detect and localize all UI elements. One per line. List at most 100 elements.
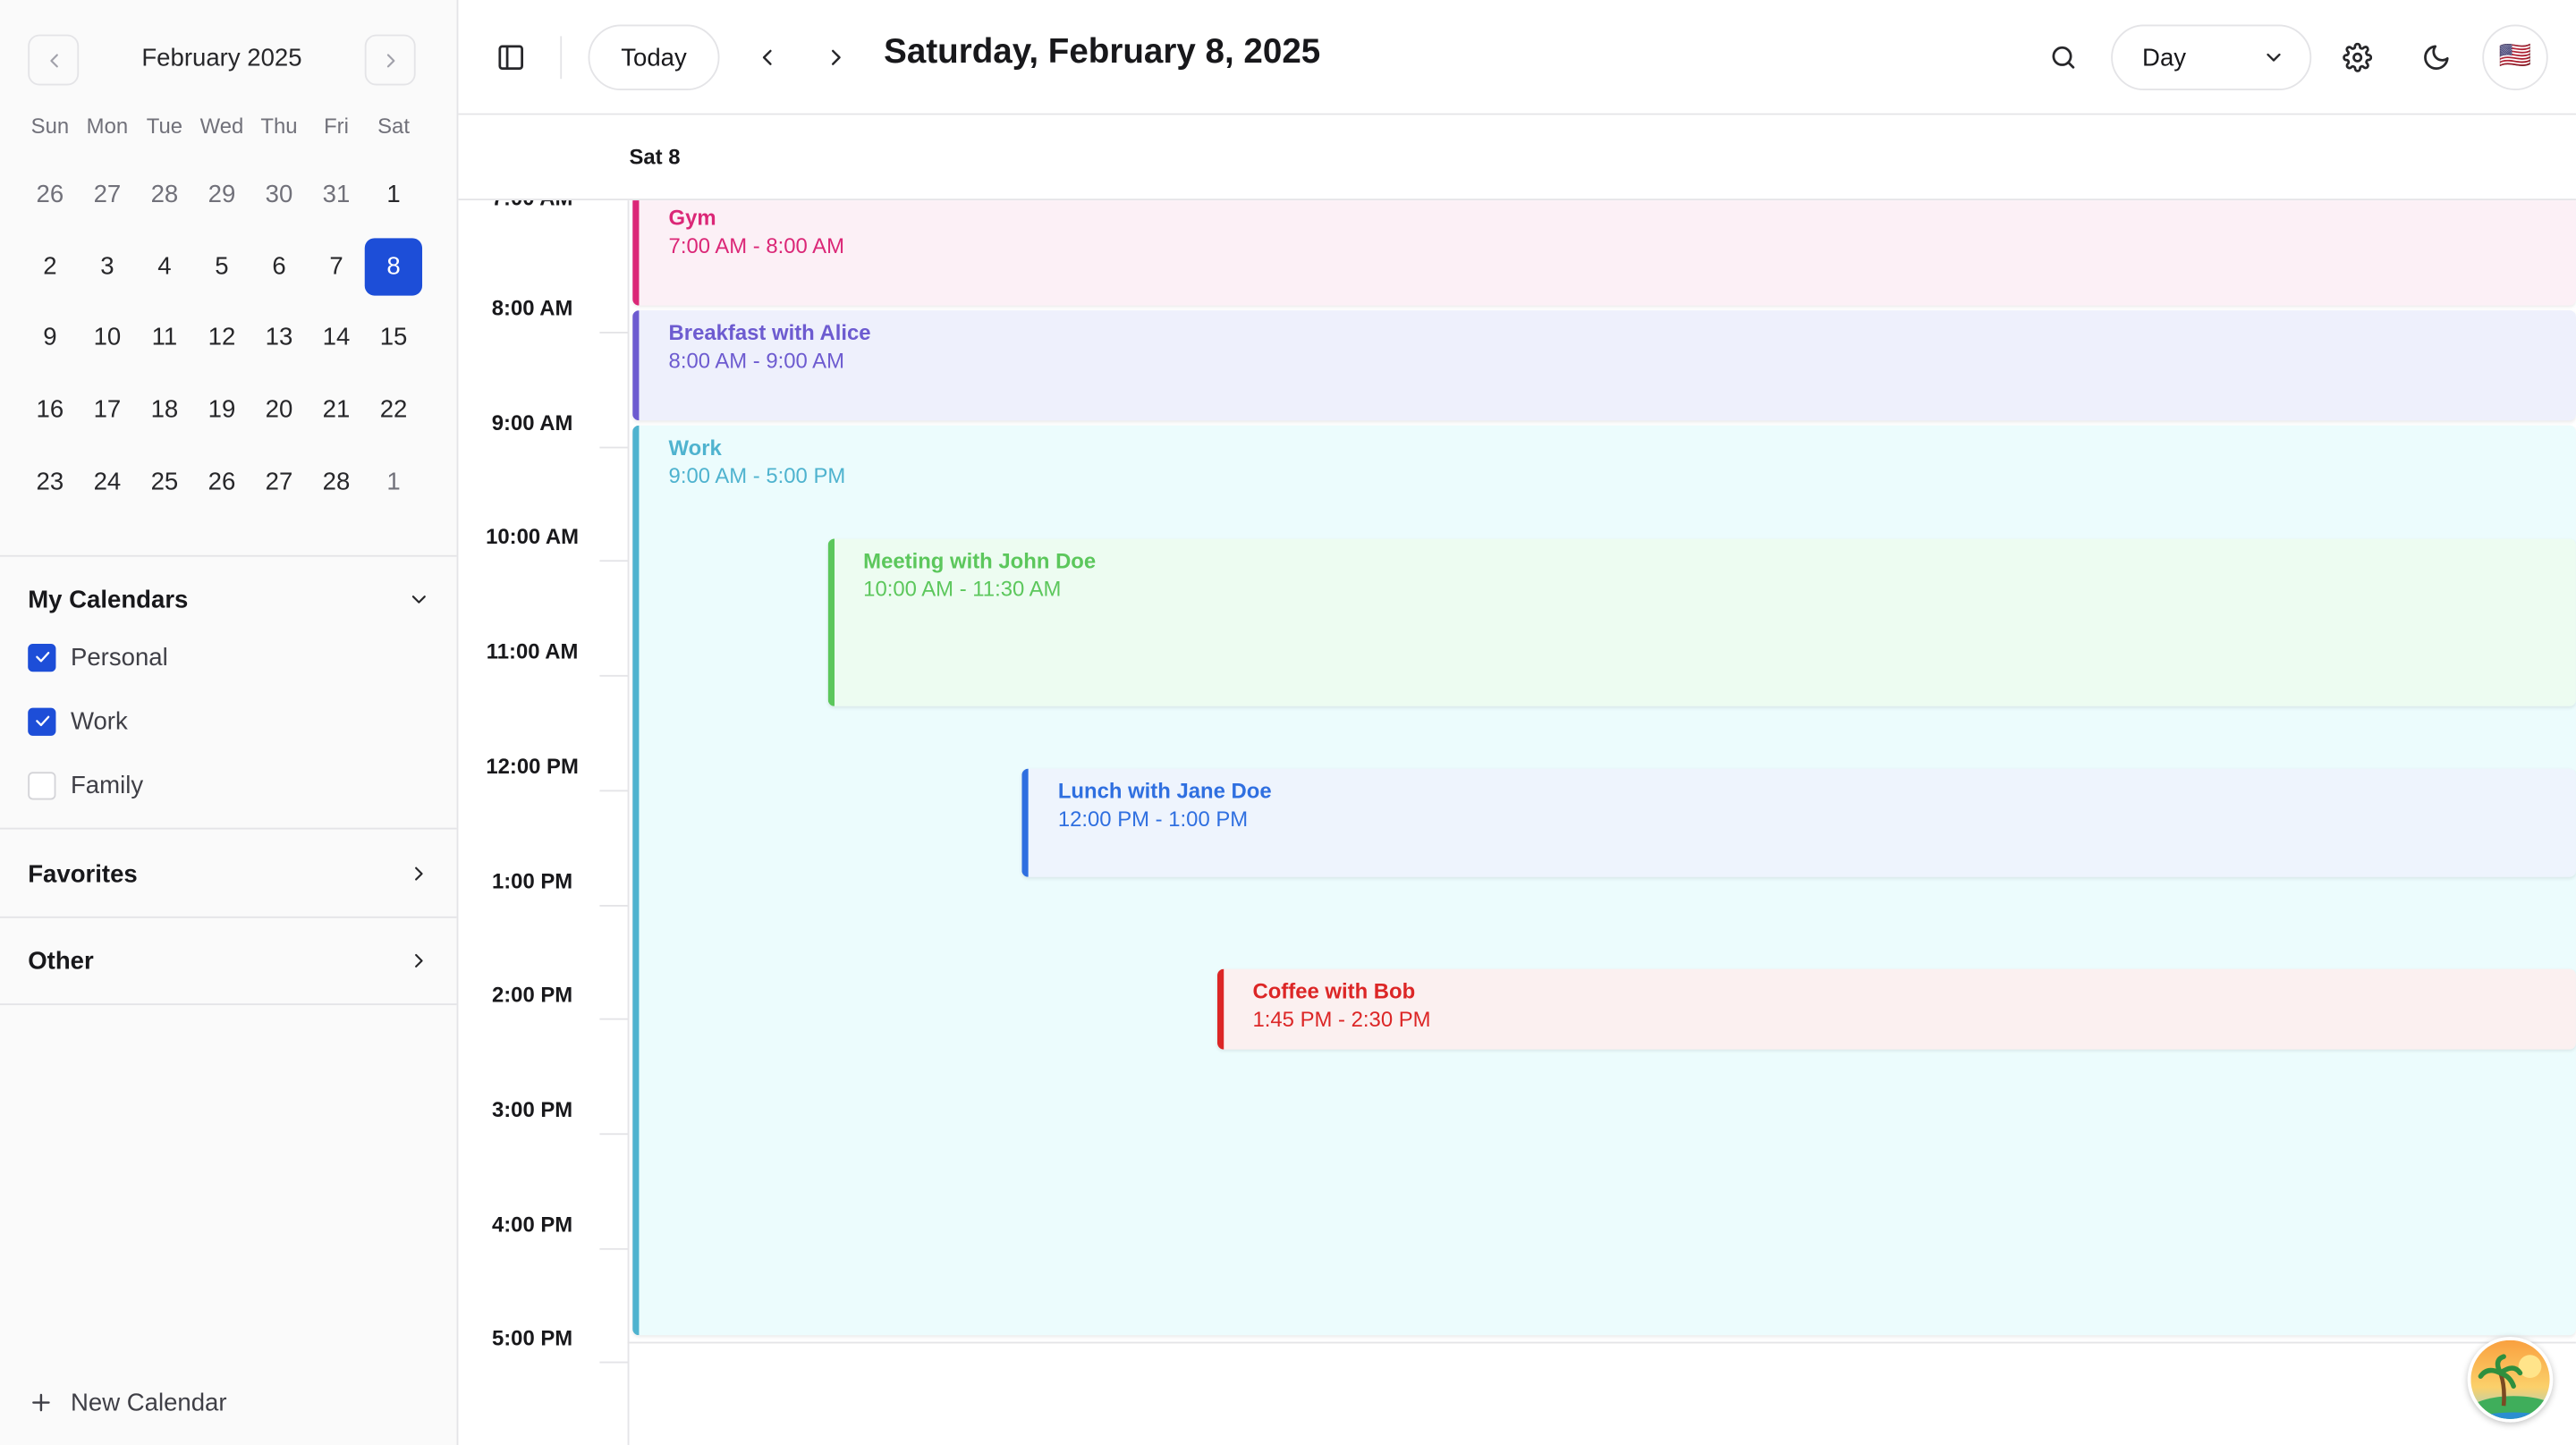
event-title: Meeting with John Doe [863,549,1097,574]
mini-calendar-day[interactable]: 17 [79,374,136,445]
next-month-button[interactable] [364,34,416,86]
hour-tick [599,675,630,677]
calendar-name: Family [70,771,144,799]
weekday-label: Fri [324,113,349,139]
weekday-label: Sun [30,113,70,139]
time-label: 11:00 AM [486,638,579,664]
day-number: 7 [329,252,343,281]
sidebar-divider [0,554,457,557]
calendar-checkbox[interactable] [28,706,56,735]
hour-tick [599,561,630,562]
time-label: 4:00 PM [491,1211,573,1237]
day-number: 1 [386,467,401,496]
chevron-right-icon [415,953,423,968]
mini-calendar-day[interactable]: 29 [193,159,250,231]
day-number: 10 [93,324,122,352]
mini-calendar-day[interactable]: 27 [79,159,136,231]
next-day-button[interactable] [817,38,856,77]
weekday-label: Mon [86,113,129,139]
event-coffee-with-bob[interactable]: Coffee with Bob 1:45 PM - 2:30 PM [1216,968,2576,1050]
user-avatar[interactable] [2467,1337,2554,1423]
mini-calendar-day[interactable]: 27 [250,445,308,517]
mini-calendar-day[interactable]: 21 [308,374,365,445]
mini-calendar-day[interactable]: 23 [21,445,79,517]
mini-calendar-day[interactable]: 4 [136,231,193,302]
mini-calendar-day[interactable]: 20 [250,374,308,445]
new-calendar-label: New Calendar [70,1388,227,1417]
mini-calendar-day[interactable]: 7 [308,231,365,302]
new-calendar-button[interactable]: New Calendar [28,1384,227,1420]
mini-calendar-day[interactable]: 10 [79,302,136,374]
mini-calendar-day[interactable]: 15 [365,302,422,374]
mini-calendar-day[interactable]: 28 [136,159,193,231]
mini-calendar-day[interactable]: 26 [193,445,250,517]
time-label: 1:00 PM [491,867,573,893]
calendar-checkbox[interactable] [28,643,56,672]
event-title: Coffee with Bob [1252,978,1416,1003]
day-number: 28 [322,467,351,496]
event-time: 1:45 PM - 2:30 PM [1252,1006,1431,1032]
mini-calendar-day[interactable]: 26 [21,159,79,231]
favorites-toggle[interactable]: Favorites [28,854,430,893]
mini-calendar-day[interactable]: 2 [21,231,79,302]
calendar-item-work[interactable]: Work [28,705,128,738]
today-button[interactable]: Today [588,24,720,91]
mini-calendar-day[interactable]: 6 [250,231,308,302]
calendar-item-family[interactable]: Family [28,769,143,802]
calendar-checkbox[interactable] [28,771,56,799]
event-meeting-with-john-doe[interactable]: Meeting with John Doe 10:00 AM - 11:30 AM [826,539,2576,706]
hour-tick [599,1133,630,1135]
mini-calendar-day[interactable]: 16 [21,374,79,445]
mini-calendar-day[interactable]: 14 [308,302,365,374]
mini-calendar-day[interactable]: 1 [365,159,422,231]
mini-calendar-day[interactable]: 19 [193,374,250,445]
day-number: 4 [157,252,172,281]
day-column-label: Sat 8 [629,144,681,170]
language-button[interactable]: 🇺🇸 [2482,24,2548,91]
view-select[interactable]: Day [2111,24,2312,91]
calendar-item-personal[interactable]: Personal [28,640,168,673]
day-number: 15 [379,324,408,352]
event-title: Breakfast with Alice [668,320,871,345]
mini-calendar-day[interactable]: 13 [250,302,308,374]
mini-calendar-day[interactable]: 30 [250,159,308,231]
time-gutter-border [627,200,630,1445]
mini-calendar-day[interactable]: 12 [193,302,250,374]
theme-toggle-button[interactable] [2417,38,2456,77]
calendar-app: February 2025 Sun Mon Tue Wed Thu Fri Sat 26 27… [0,0,2576,1445]
mini-calendar-day[interactable]: 11 [136,302,193,374]
mini-calendar-day[interactable]: 28 [308,445,365,517]
event-lunch-with-jane-doe[interactable]: Lunch with Jane Doe 12:00 PM - 1:00 PM [1021,768,2576,878]
toolbar-separator [560,36,563,80]
event-gym[interactable]: Gym 7:00 AM - 8:00 AM [632,200,2576,306]
sidebar-panel-icon [498,45,523,71]
mini-calendar-header: February 2025 [28,34,416,88]
mini-calendar-day[interactable]: 25 [136,445,193,517]
checkmark-icon [35,651,49,663]
day-grid[interactable]: 7:00 AM 8:00 AM 9:00 AM 10:00 AM 11:00 AM 12… [458,200,2576,1445]
previous-day-button[interactable] [748,38,787,77]
my-calendars-toggle[interactable]: My Calendars [28,579,430,619]
chevron-right-icon [831,49,841,65]
event-breakfast-with-alice[interactable]: Breakfast with Alice 8:00 AM - 9:00 AM [632,310,2576,420]
event-time: 10:00 AM - 11:30 AM [863,577,1062,602]
mini-calendar-day[interactable]: 3 [79,231,136,302]
mini-calendar-day[interactable]: 31 [308,159,365,231]
other-toggle[interactable]: Other [28,941,430,980]
toggle-sidebar-button[interactable] [491,38,530,77]
chevron-left-icon [762,49,772,65]
mini-calendar-day[interactable]: 24 [79,445,136,517]
mini-calendar-day[interactable]: 5 [193,231,250,302]
mini-calendar-day[interactable]: 18 [136,374,193,445]
settings-button[interactable] [2338,38,2377,77]
mini-calendar-day[interactable]: 22 [365,374,422,445]
mini-calendar-day[interactable]: 9 [21,302,79,374]
mini-calendar-day[interactable]: 8 [365,231,423,302]
time-label: 5:00 PM [491,1325,573,1351]
search-button[interactable] [2044,38,2083,77]
mini-calendar-month: February 2025 [141,44,302,72]
weekday-label: Sat [377,113,410,139]
day-number: 22 [379,395,408,425]
day-number: 6 [272,252,286,281]
mini-calendar-day[interactable]: 1 [365,445,422,517]
